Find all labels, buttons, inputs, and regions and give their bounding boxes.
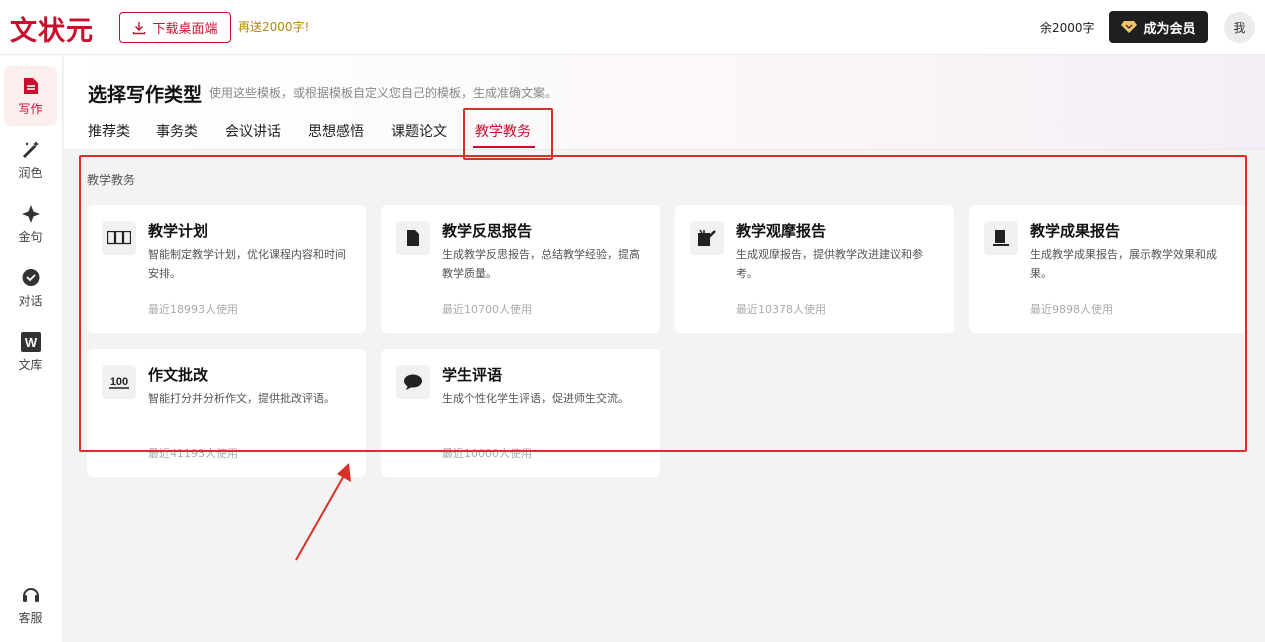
template-card-teaching-plan[interactable]: 教学计划 智能制定教学计划，优化课程内容和时间安排。 最近18993人使用 — [87, 205, 366, 333]
template-card-achievement-report[interactable]: 教学成果报告 生成教学成果报告，展示教学效果和成果。 最近9898人使用 — [969, 205, 1248, 333]
tab-thesis[interactable]: 课题论文 — [391, 121, 447, 141]
report-icon — [984, 221, 1018, 255]
card-usage: 最近10000人使用 — [442, 447, 532, 460]
document-icon — [21, 76, 41, 96]
card-description: 生成教学反思报告，总结教学经验，提高教学质量。 — [442, 248, 640, 280]
tab-highlight-annotation — [463, 108, 553, 160]
edit-icon — [690, 221, 724, 255]
download-icon — [133, 21, 146, 34]
sidebar-item-write[interactable]: 写作 — [4, 66, 57, 126]
page-title: 选择写作类型 — [88, 84, 203, 106]
magic-wand-icon — [21, 140, 41, 160]
card-description: 生成观摩报告，提供教学改进建议和参考。 — [736, 248, 923, 280]
user-avatar[interactable]: 我 — [1224, 12, 1255, 43]
promo-text: 再送2000字! — [238, 20, 310, 34]
template-card-observation-report[interactable]: 教学观摩报告 生成观摩报告，提供教学改进建议和参考。 最近10378人使用 — [675, 205, 954, 333]
page-subtitle: 使用这些模板，或根据模板自定义您自己的模板，生成准确文案。 — [209, 86, 558, 100]
speech-bubble-icon — [396, 365, 430, 399]
sidebar-item-quotes[interactable]: 金句 — [4, 194, 57, 254]
left-sidebar: 写作 润色 金句 对话 W 文库 客服 — [0, 55, 63, 642]
download-desktop-button[interactable]: 下载桌面端 — [119, 12, 231, 43]
vip-label: 成为会员 — [1143, 21, 1196, 37]
remaining-words: 余2000字 — [1040, 21, 1095, 35]
template-card-essay-grading[interactable]: 100 作文批改 智能打分并分析作文，提供批改评语。 最近41193人使用 — [87, 349, 366, 477]
card-usage: 最近10700人使用 — [442, 303, 532, 316]
svg-text:100: 100 — [110, 376, 128, 388]
diamond-icon — [1121, 21, 1138, 33]
svg-text:W: W — [24, 335, 37, 350]
template-card-student-comments[interactable]: 学生评语 生成个性化学生评语，促进师生交流。 最近10000人使用 — [381, 349, 660, 477]
card-description: 生成教学成果报告，展示教学效果和成果。 — [1030, 248, 1217, 280]
template-card-reflection-report[interactable]: 教学反思报告 生成教学反思报告，总结教学经验，提高教学质量。 最近10700人使… — [381, 205, 660, 333]
sidebar-item-label: 对话 — [18, 293, 43, 308]
table-icon — [102, 221, 136, 255]
sidebar-item-label: 润色 — [18, 165, 43, 180]
become-vip-button[interactable]: 成为会员 — [1109, 11, 1208, 43]
card-title: 教学成果报告 — [1030, 222, 1121, 240]
card-title: 教学计划 — [148, 222, 209, 240]
card-usage: 最近10378人使用 — [736, 303, 826, 316]
sidebar-item-label: 文库 — [18, 357, 43, 372]
card-usage: 最近41193人使用 — [148, 447, 238, 460]
card-usage: 最近18993人使用 — [148, 303, 238, 316]
sidebar-item-label: 写作 — [18, 101, 43, 116]
chat-icon — [21, 268, 41, 288]
sidebar-item-chat[interactable]: 对话 — [4, 258, 57, 318]
top-header: 文状元 下载桌面端 再送2000字! 余2000字 成为会员 我 — [0, 0, 1265, 55]
card-usage: 最近9898人使用 — [1030, 303, 1113, 316]
app-logo[interactable]: 文状元 — [10, 9, 94, 48]
card-title: 学生评语 — [442, 366, 503, 384]
sidebar-item-label: 金句 — [18, 229, 43, 244]
tab-recommended[interactable]: 推荐类 — [88, 121, 130, 141]
sidebar-item-library[interactable]: W 文库 — [4, 322, 57, 382]
card-title: 教学反思报告 — [442, 222, 533, 240]
card-description: 智能打分并分析作文，提供批改评语。 — [148, 392, 335, 405]
w-library-icon: W — [20, 331, 41, 352]
sparkle-icon — [21, 204, 41, 224]
section-label: 教学教务 — [87, 173, 136, 187]
support-label: 客服 — [18, 610, 43, 625]
tab-reflection[interactable]: 思想感悟 — [308, 121, 364, 141]
download-label: 下载桌面端 — [152, 22, 218, 37]
file-icon — [396, 221, 430, 255]
tab-affairs[interactable]: 事务类 — [156, 121, 198, 141]
score-100-icon: 100 — [102, 365, 136, 399]
main-header: 选择写作类型 使用这些模板，或根据模板自定义您自己的模板，生成准确文案。 推荐类… — [64, 55, 1265, 150]
sidebar-item-polish[interactable]: 润色 — [4, 130, 57, 190]
card-title: 教学观摩报告 — [736, 222, 827, 240]
card-title: 作文批改 — [148, 366, 209, 384]
customer-service-button[interactable]: 客服 — [4, 575, 57, 635]
tab-meeting-speech[interactable]: 会议讲话 — [225, 121, 281, 141]
card-description: 生成个性化学生评语，促进师生交流。 — [442, 392, 629, 405]
headset-icon — [21, 585, 41, 605]
card-description: 智能制定教学计划，优化课程内容和时间安排。 — [148, 248, 346, 280]
